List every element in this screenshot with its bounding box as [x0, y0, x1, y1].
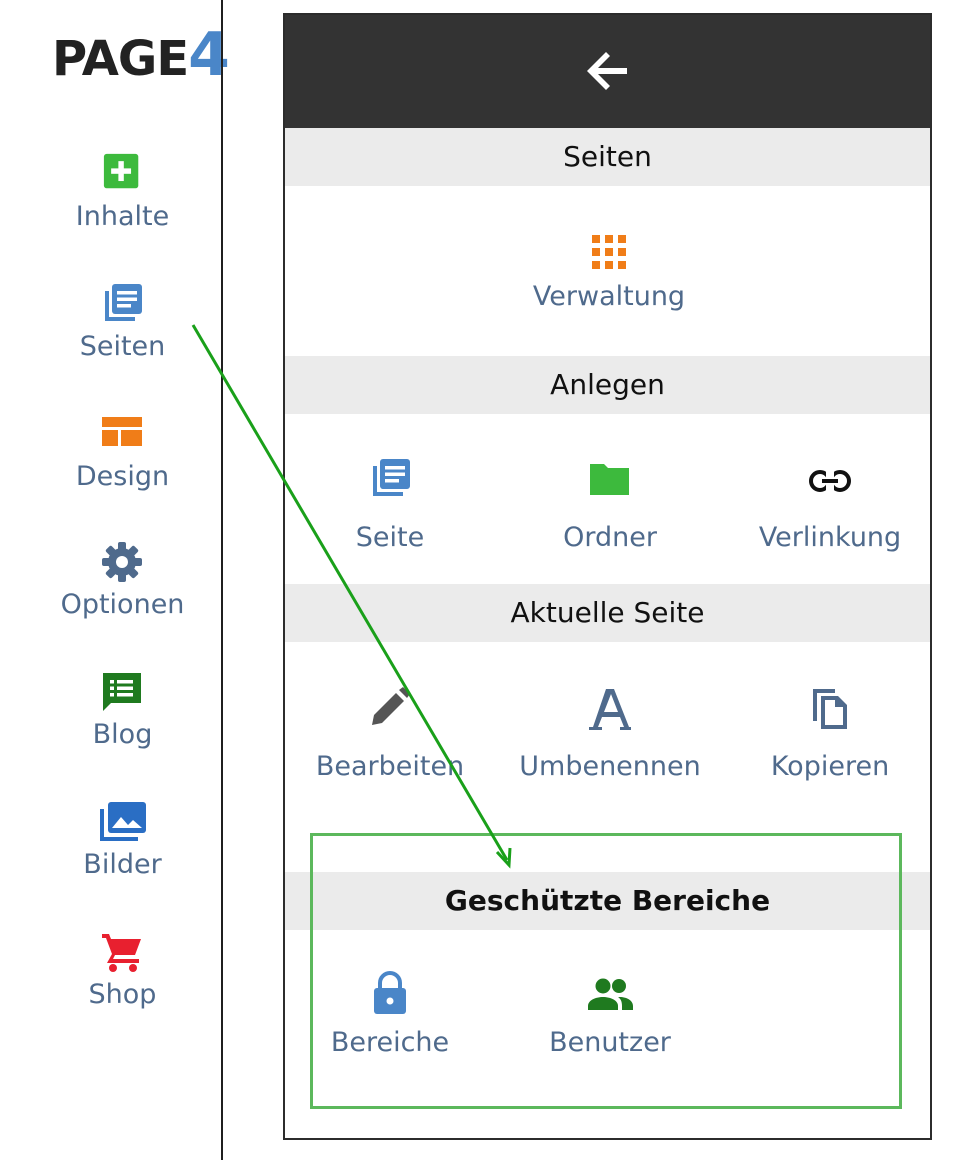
pencil-icon [372, 687, 410, 725]
tile-label: Bearbeiten [315, 751, 465, 782]
copy-icon [813, 689, 847, 729]
page4-logo[interactable]: PAGE4 [52, 20, 230, 94]
tile-label: Bereiche [330, 1027, 450, 1058]
tile-label: Umbenennen [519, 751, 701, 782]
lock-icon [374, 971, 406, 1014]
images-icon [100, 802, 146, 841]
cart-icon [102, 934, 141, 972]
section-title: Aktuelle Seite [510, 596, 705, 629]
blog-icon [103, 673, 141, 711]
section-header-geschuetzte-bereiche: Geschützte Bereiche [285, 872, 930, 930]
tile-label: Benutzer [549, 1027, 671, 1058]
sidebar-item-label: Design [75, 461, 170, 492]
tile-bearbeiten[interactable]: Bearbeiten [280, 687, 500, 797]
tile-label: Ordner [563, 522, 657, 553]
tile-verlinkung[interactable]: Verlinkung [720, 470, 940, 580]
font-a-icon [589, 689, 631, 730]
tile-umbenennen[interactable]: Umbenennen [500, 687, 720, 797]
tile-label: Verlinkung [758, 522, 902, 553]
sidebar-item-label: Optionen [60, 589, 185, 620]
sidebar-item-inhalte[interactable]: Inhalte [0, 153, 222, 263]
tile-ordner[interactable]: Ordner [500, 461, 720, 571]
sidebar-item-design[interactable]: Design [0, 415, 222, 525]
sidebar-item-bilder[interactable]: Bilder [0, 801, 222, 911]
section-header-anlegen: Anlegen [285, 356, 930, 414]
sidebar-item-blog[interactable]: Blog [0, 671, 222, 781]
tile-label: Seite [355, 522, 425, 553]
pages-icon [105, 284, 142, 321]
section-title: Seiten [563, 140, 652, 173]
panel-topbar [285, 15, 930, 128]
gear-icon [102, 542, 142, 582]
sidebar-item-seiten[interactable]: Seiten [0, 283, 222, 393]
sidebar-item-label: Blog [92, 719, 153, 750]
sidebar-item-label: Bilder [83, 849, 162, 880]
pages-icon [373, 459, 410, 496]
arrow-left-icon[interactable] [581, 43, 637, 99]
tile-seite[interactable]: Seite [280, 458, 500, 568]
section-header-aktuelle-seite: Aktuelle Seite [285, 584, 930, 642]
tile-label: Kopieren [770, 751, 890, 782]
sidebar-item-label: Inhalte [75, 201, 170, 232]
logo-text: PAGE [52, 31, 189, 87]
sidebar-item-label: Shop [88, 979, 157, 1010]
pages-panel: Seiten Verwaltung Anlegen Seite Ordner V… [283, 13, 932, 1140]
tile-verwaltung[interactable]: Verwaltung [499, 235, 719, 345]
sidebar-item-label: Seiten [79, 331, 166, 362]
layout-icon [102, 417, 142, 446]
grid-icon [592, 235, 626, 269]
section-title: Geschützte Bereiche [444, 884, 771, 917]
tile-benutzer[interactable]: Benutzer [500, 977, 720, 1087]
tile-label: Verwaltung [532, 281, 686, 312]
section-header-seiten: Seiten [285, 128, 930, 186]
sidebar-item-optionen[interactable]: Optionen [0, 541, 222, 651]
section-title: Anlegen [550, 368, 665, 401]
link-icon [809, 470, 851, 492]
sidebar: PAGE4 Inhalte Seiten Design Optionen Blo… [0, 0, 230, 1160]
folder-icon [590, 464, 629, 495]
tile-bereiche[interactable]: Bereiche [280, 971, 500, 1081]
sidebar-divider [221, 0, 223, 1160]
tile-kopieren[interactable]: Kopieren [720, 687, 940, 797]
add-box-icon [103, 153, 139, 189]
sidebar-item-shop[interactable]: Shop [0, 931, 222, 1041]
users-icon [588, 978, 633, 1010]
